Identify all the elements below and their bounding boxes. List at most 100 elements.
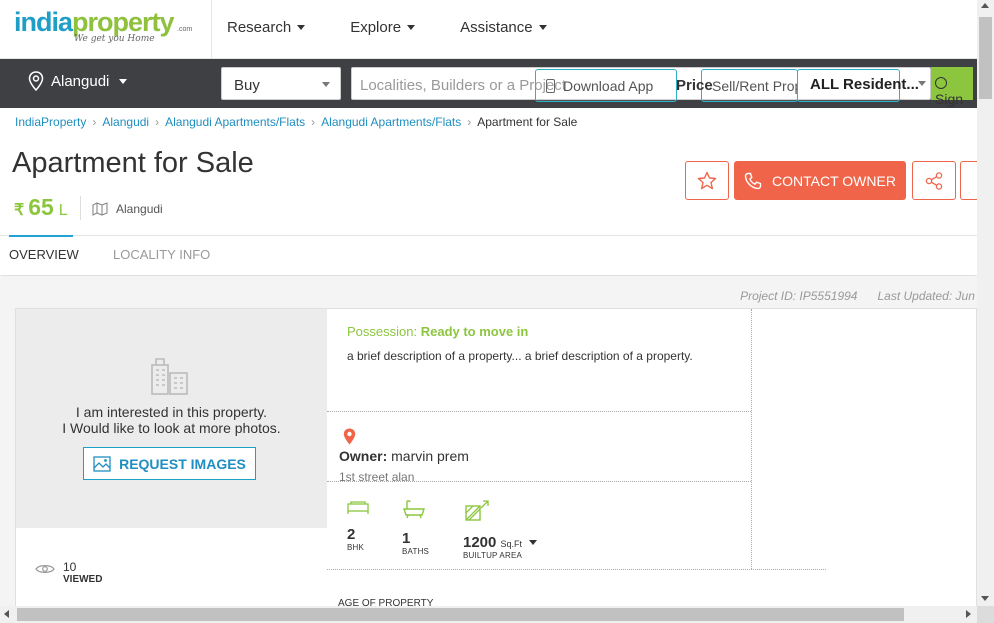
chevron-down-icon — [529, 540, 538, 545]
section-divider — [327, 569, 826, 570]
sell-rent-label: Sell/Rent Property — [712, 78, 797, 94]
owner-label: Owner: — [339, 448, 388, 464]
download-app-label: Download App — [563, 78, 654, 94]
phone-icon — [744, 172, 762, 189]
spec-area-value[interactable]: 1200 Sq.Ft — [463, 534, 538, 551]
spec-baths-label: BATHS — [402, 547, 430, 556]
tab-overview[interactable]: OVERVIEW — [9, 247, 79, 262]
breadcrumb-separator-icon: › — [155, 115, 160, 129]
views-count: 10 — [63, 560, 77, 574]
breadcrumb-separator-icon: › — [467, 115, 472, 129]
logo-text-india: india — [14, 7, 73, 37]
spec-bhk: 2 BHK — [347, 499, 369, 552]
chevron-down-icon — [297, 25, 306, 30]
property-type-filter[interactable]: ALL Resident... — [810, 76, 919, 93]
transaction-select[interactable]: Buy — [221, 67, 341, 100]
views-label: VIEWED — [63, 574, 103, 585]
chevron-down-icon — [119, 78, 128, 84]
scrollbar-corner — [977, 606, 994, 623]
bed-icon — [347, 501, 369, 514]
price-divider — [80, 196, 81, 220]
spec-bhk-value: 2 — [347, 526, 356, 543]
logo-tagline: We get you Home — [74, 34, 155, 44]
price-unit: L — [58, 202, 68, 219]
nav-explore[interactable]: Explore — [350, 19, 416, 36]
property-locality: Alangudi — [92, 202, 163, 216]
interest-line-1: I am interested in this property. — [75, 404, 268, 420]
column-divider — [751, 309, 752, 569]
location-label: Alangudi — [51, 72, 110, 90]
spec-area: 1200 Sq.Ft BUILTUP AREA — [463, 499, 538, 560]
scroll-down-icon[interactable] — [981, 596, 989, 601]
scrollbar-thumb[interactable] — [17, 608, 904, 621]
star-icon — [697, 171, 717, 190]
active-tab-indicator — [9, 235, 73, 237]
tab-locality-info[interactable]: LOCALITY INFO — [113, 247, 210, 262]
interest-message: I am interested in this property. I Woul… — [16, 404, 327, 436]
nav-explore-label: Explore — [350, 19, 402, 36]
location-pin-icon — [28, 71, 44, 91]
breadcrumb-separator-icon: › — [92, 115, 97, 129]
project-id: Project ID: IP5551994 — [740, 289, 858, 303]
listing-meta: Project ID: IP5551994 Last Updated: Jun 1… — [720, 289, 994, 303]
breadcrumb-city[interactable]: Alangudi — [102, 115, 149, 129]
signin-button[interactable]: Sign — [931, 67, 973, 107]
breadcrumb-subcategory[interactable]: Alangudi Apartments/Flats — [321, 115, 461, 129]
share-button[interactable] — [912, 161, 956, 200]
chevron-down-icon — [407, 25, 416, 30]
breadcrumb-category[interactable]: Alangudi Apartments/Flats — [165, 115, 305, 129]
possession-status: Possession: Ready to move in — [347, 324, 528, 339]
share-icon — [925, 171, 943, 190]
owner-info: Owner: marvin prem — [339, 448, 469, 464]
chevron-down-icon — [322, 82, 330, 87]
scrollbar-thumb[interactable] — [979, 17, 992, 99]
breadcrumb-home[interactable]: IndiaProperty — [15, 115, 86, 129]
request-images-label: REQUEST IMAGES — [119, 455, 246, 472]
location-selector[interactable]: Alangudi — [28, 71, 128, 91]
scroll-right-icon[interactable] — [966, 610, 971, 618]
rupee-icon: ₹ — [14, 202, 25, 219]
download-app-button[interactable]: Download App — [535, 69, 677, 102]
nav-assistance[interactable]: Assistance — [460, 19, 547, 36]
map-icon — [92, 202, 108, 216]
location-pin-icon — [343, 428, 356, 445]
possession-value: Ready to move in — [420, 324, 529, 339]
mobile-icon — [546, 79, 555, 93]
transaction-value: Buy — [234, 77, 260, 94]
contact-owner-button[interactable]: CONTACT OWNER — [734, 161, 906, 200]
scroll-up-icon[interactable] — [981, 3, 989, 8]
shortlist-button[interactable] — [685, 161, 729, 200]
search-bar: Alangudi Buy Localities, Builders or a P… — [0, 59, 977, 108]
spec-area-label: BUILTUP AREA — [463, 551, 523, 560]
scroll-left-icon[interactable] — [4, 610, 9, 618]
views-counter: 10 VIEWED — [35, 561, 102, 585]
section-divider — [327, 411, 751, 412]
top-header: indiaproperty We get you Home .com Resea… — [0, 0, 977, 59]
spec-bhk-label: BHK — [347, 543, 365, 552]
price-value: 65 — [28, 194, 54, 220]
contact-owner-label: CONTACT OWNER — [772, 172, 896, 189]
vertical-scrollbar[interactable] — [977, 0, 994, 606]
signin-label: Sign — [935, 91, 964, 107]
spec-baths-value: 1 — [402, 530, 411, 547]
sell-rent-button[interactable]: Sell/Rent Property — [701, 69, 798, 102]
price-filter[interactable]: Price — [676, 77, 713, 94]
site-logo[interactable]: indiaproperty We get you Home .com — [14, 8, 210, 52]
request-images-button[interactable]: REQUEST IMAGES — [83, 447, 256, 480]
locality-label: Alangudi — [116, 202, 163, 216]
property-description: a brief description of a property... a b… — [347, 349, 693, 363]
logo-text-property: property — [72, 7, 175, 37]
eye-icon — [35, 565, 55, 573]
owner-name: marvin prem — [391, 448, 469, 464]
nav-research[interactable]: Research — [227, 19, 306, 36]
logo-com: .com — [177, 26, 193, 33]
user-icon — [935, 77, 947, 89]
chevron-down-icon — [538, 25, 547, 30]
property-price: ₹65 L — [14, 194, 68, 221]
logo-divider — [211, 0, 212, 59]
horizontal-scrollbar[interactable] — [0, 606, 977, 623]
nav-research-label: Research — [227, 19, 292, 36]
image-placeholder: I am interested in this property. I Woul… — [16, 309, 327, 528]
chevron-down-icon — [918, 81, 926, 86]
image-icon — [93, 455, 111, 472]
